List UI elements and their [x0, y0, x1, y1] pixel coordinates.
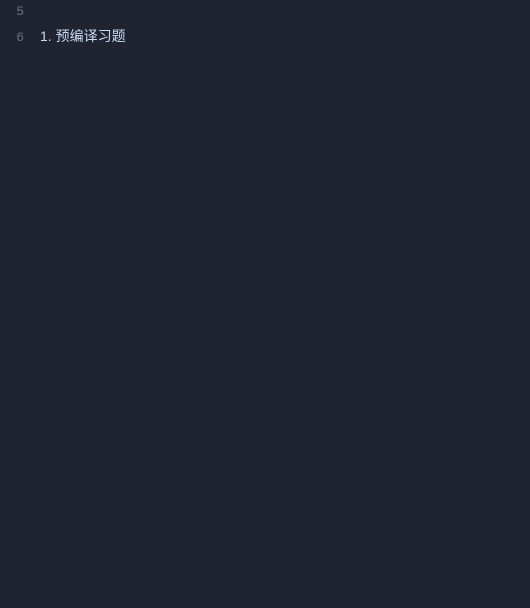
- line-6: 6 1. 预编译习题: [0, 24, 530, 50]
- line-num-5: 5: [0, 0, 36, 24]
- heading-text: 预编译习题: [56, 28, 126, 44]
- line-5: 5: [0, 0, 530, 24]
- heading-num: 1.: [40, 28, 56, 44]
- line-num-6: 6: [0, 26, 36, 50]
- code-lines: 5 6 1. 预编译习题: [0, 0, 530, 608]
- line-content-6: 1. 预编译习题: [36, 24, 530, 48]
- code-container: 5 6 1. 预编译习题: [0, 0, 530, 608]
